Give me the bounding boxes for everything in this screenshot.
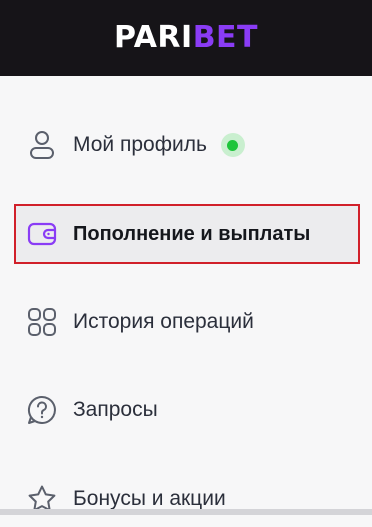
logo-text-bet: BET [192,20,259,55]
menu-item-requests[interactable]: Запросы [14,382,360,438]
menu-item-deposits-label: Пополнение и выплаты [73,222,311,245]
menu-item-deposits-withdrawals[interactable]: Пополнение и выплаты [14,204,360,264]
online-status-indicator [220,133,245,157]
wallet-icon [27,219,57,249]
menu-item-bonuses-label: Бонусы и акции [73,487,226,510]
logo-text-pari: PARI [113,20,193,55]
menu-item-requests-label: Запросы [73,398,158,421]
menu-item-bonuses[interactable]: Бонусы и акции [14,471,360,527]
grid-icon [27,307,57,337]
menu-item-history-label: История операций [73,310,254,333]
menu-item-profile-label: Мой профиль [73,133,207,156]
app-header: PARIBET [0,0,372,76]
scrollbar-track[interactable] [0,509,372,515]
user-icon [27,130,57,160]
menu-item-profile[interactable]: Мой профиль [14,117,360,173]
question-icon [27,395,57,425]
menu-item-history[interactable]: История операций [14,294,360,350]
paribet-logo[interactable]: PARIBET [0,18,372,58]
account-menu: Мой профиль Пополнение и выплаты История… [0,76,372,515]
